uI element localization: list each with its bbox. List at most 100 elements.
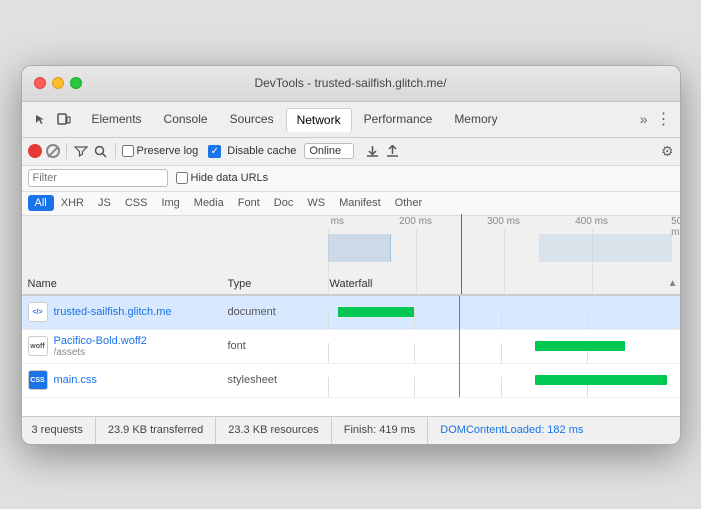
throttle-select[interactable]: Online	[304, 143, 354, 159]
resource-type-bar: All XHR JS CSS Img Media Font Doc WS Man…	[22, 192, 680, 216]
col-name-header: Name	[28, 278, 228, 290]
tab-memory[interactable]: Memory	[444, 108, 507, 130]
export-btn[interactable]	[384, 143, 400, 159]
table-row[interactable]: </> trusted-sailfish.glitch.me document	[22, 296, 680, 330]
html-icon: </>	[28, 302, 48, 322]
devtools-window: DevTools - trusted-sailfish.glitch.me/ E…	[21, 65, 681, 445]
traffic-lights	[34, 77, 82, 89]
preserve-log-checkbox-label[interactable]: Preserve log	[122, 145, 199, 157]
rt-media[interactable]: Media	[187, 195, 231, 211]
devtools-menu-btn[interactable]: ⋮	[656, 109, 672, 129]
table-header-area: Name Type 100 ms 200 ms 300 ms 400 ms 50…	[22, 216, 680, 296]
row-name: Pacifico-Bold.woff2	[54, 335, 228, 347]
overview-bar-2	[539, 234, 673, 262]
tab-performance[interactable]: Performance	[354, 108, 443, 130]
wf-bar-2	[535, 341, 625, 351]
import-btn[interactable]	[364, 143, 380, 159]
rt-css[interactable]: CSS	[118, 195, 155, 211]
row-type: font	[228, 340, 328, 352]
throttle-group: Online	[304, 143, 354, 159]
overview-bar-1	[328, 234, 391, 262]
search-btn[interactable]	[93, 143, 109, 159]
table-row[interactable]: CSS main.css stylesheet	[22, 364, 680, 398]
requests-segment: 3 requests	[32, 417, 96, 444]
wf-grid-3	[501, 309, 502, 329]
wf-dom-line-2	[459, 329, 460, 363]
wf-grid-4	[587, 309, 588, 329]
dom-segment: DOMContentLoaded: 182 ms	[440, 417, 595, 444]
filter-input[interactable]	[28, 169, 168, 187]
wf-dom-line-1	[459, 296, 460, 330]
table-row[interactable]: woff Pacifico-Bold.woff2 /assets font	[22, 330, 680, 364]
rt-js[interactable]: JS	[91, 195, 118, 211]
disable-cache-checkbox-checked[interactable]: ✓	[208, 145, 221, 158]
wf-dom-line-3	[459, 363, 460, 397]
rt-doc[interactable]: Doc	[267, 195, 301, 211]
hide-data-urls-label[interactable]: Hide data URLs	[176, 172, 269, 184]
titlebar: DevTools - trusted-sailfish.glitch.me/	[22, 66, 680, 102]
sort-arrow: ▲	[668, 278, 678, 290]
import-export-group	[364, 143, 400, 159]
status-bar: 3 requests 23.9 KB transferred 23.3 KB r…	[22, 416, 680, 444]
row-subname: /assets	[54, 347, 228, 358]
finish-segment: Finish: 419 ms	[344, 417, 429, 444]
tick-200ms: 200 ms	[399, 216, 432, 227]
row-type: stylesheet	[228, 374, 328, 386]
rt-xhr[interactable]: XHR	[54, 195, 91, 211]
name-type-headers: Name Type	[22, 278, 328, 294]
more-tabs-btn[interactable]: »	[640, 111, 648, 127]
disable-cache-label: Disable cache	[227, 145, 296, 157]
rt-font[interactable]: Font	[231, 195, 267, 211]
tab-sources[interactable]: Sources	[220, 108, 284, 130]
rt-manifest[interactable]: Manifest	[332, 195, 388, 211]
tab-network[interactable]: Network	[286, 108, 352, 132]
row-name-col: Pacifico-Bold.woff2 /assets	[54, 335, 228, 358]
resources-segment: 23.3 KB resources	[228, 417, 332, 444]
row-type: document	[228, 306, 328, 318]
row-waterfall	[328, 329, 674, 363]
close-button[interactable]	[34, 77, 46, 89]
row-waterfall	[328, 296, 674, 330]
filter-btn[interactable]	[73, 143, 89, 159]
wf-grid-2	[414, 309, 415, 329]
preserve-log-checkbox[interactable]	[122, 145, 134, 157]
resources-text: 23.3 KB resources	[228, 424, 319, 436]
rt-all[interactable]: All	[28, 195, 54, 211]
record-btn[interactable]	[28, 144, 42, 158]
css-icon: CSS	[28, 370, 48, 390]
tab-console[interactable]: Console	[154, 108, 218, 130]
font-icon: woff	[28, 336, 48, 356]
tick-400ms: 400 ms	[575, 216, 608, 227]
rt-img[interactable]: Img	[154, 195, 186, 211]
wf-grid-1	[328, 309, 329, 329]
disable-cache-checkbox-label[interactable]: ✓ Disable cache	[208, 145, 296, 158]
hide-data-urls-checkbox[interactable]	[176, 172, 188, 184]
wf-bar-1	[338, 307, 414, 317]
minimize-button[interactable]	[52, 77, 64, 89]
hide-data-urls-text: Hide data URLs	[191, 172, 269, 184]
tick-300ms: 300 ms	[487, 216, 520, 227]
transferred-text: 23.9 KB transferred	[108, 424, 203, 436]
clear-btn[interactable]	[46, 144, 60, 158]
row-waterfall	[328, 363, 674, 397]
requests-text: 3 requests	[32, 424, 83, 436]
tick-100ms: 100 ms	[328, 216, 344, 227]
dom-content-loaded-text[interactable]: DOMContentLoaded: 182 ms	[440, 424, 583, 436]
preserve-log-label: Preserve log	[137, 145, 199, 157]
table-body: </> trusted-sailfish.glitch.me document	[22, 296, 680, 416]
finish-text: Finish: 419 ms	[344, 424, 416, 436]
maximize-button[interactable]	[70, 77, 82, 89]
rt-ws[interactable]: WS	[300, 195, 332, 211]
cursor-tool-btn[interactable]	[30, 109, 50, 129]
transferred-segment: 23.9 KB transferred	[108, 417, 216, 444]
row-name: main.css	[54, 374, 228, 386]
separator-1	[66, 143, 67, 159]
device-toggle-btn[interactable]	[54, 109, 74, 129]
row-name: trusted-sailfish.glitch.me	[54, 306, 228, 318]
nav-tabs: Elements Console Sources Network Perform…	[82, 104, 672, 134]
rt-other[interactable]: Other	[388, 195, 430, 211]
settings-btn[interactable]: ⚙	[661, 143, 674, 160]
window-title: DevTools - trusted-sailfish.glitch.me/	[254, 76, 446, 90]
tab-elements[interactable]: Elements	[82, 108, 152, 130]
wf-bar-3	[535, 375, 666, 385]
